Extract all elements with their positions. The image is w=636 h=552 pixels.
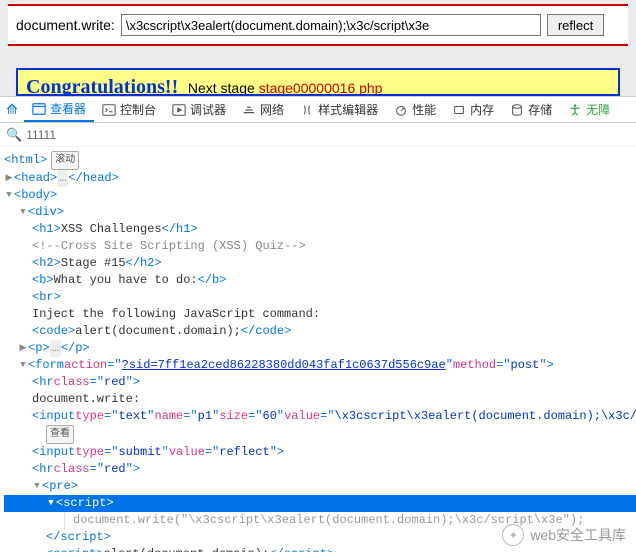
selected-node: ▼<script> [4, 495, 636, 512]
tab-inspector[interactable]: 查看器 [24, 97, 94, 122]
twisty-icon: ▶ [18, 340, 28, 357]
congrats-banner: Congratulations!! Next stage stage000000… [16, 68, 620, 96]
twisty-icon: ▼ [46, 495, 56, 512]
network-icon [242, 103, 256, 117]
devtools-panel: ⟰ 查看器 控制台 调试器 网络 样式编辑器 性能 内存 [0, 96, 636, 552]
tab-storage[interactable]: 存储 [502, 97, 560, 122]
devtools-search-bar[interactable]: 🔍 11111 [0, 123, 636, 147]
form-label: document.write: [16, 17, 115, 33]
next-stage-link[interactable]: stage00000016 php [259, 80, 383, 96]
pill-scroll[interactable]: 滚动 [51, 151, 79, 170]
watermark: ✦ web安全工具库 [502, 524, 626, 546]
element-picker-icon[interactable]: ⟰ [0, 101, 24, 118]
p1-input[interactable] [121, 14, 541, 36]
pill-inspect[interactable]: 查看 [46, 425, 74, 444]
tab-performance[interactable]: 性能 [386, 97, 444, 122]
wechat-icon: ✦ [502, 524, 524, 546]
twisty-icon: ▼ [4, 187, 14, 204]
devtools-tabs: ⟰ 查看器 控制台 调试器 网络 样式编辑器 性能 内存 [0, 97, 636, 123]
tab-console[interactable]: 控制台 [94, 97, 164, 122]
styles-icon [300, 103, 314, 117]
twisty-icon: ▼ [32, 478, 42, 495]
tab-accessibility[interactable]: 无障 [560, 97, 618, 122]
search-query-text: 11111 [26, 128, 56, 142]
debugger-icon [172, 103, 186, 117]
node-div: <div> [28, 204, 64, 221]
twisty-icon: ▼ [18, 357, 28, 374]
form-row: document.write: reflect [8, 6, 628, 44]
node-pre: <pre> [42, 478, 78, 495]
congrats-title: Congratulations!! [26, 76, 178, 96]
twisty-icon: ▶ [4, 170, 14, 187]
search-icon: 🔍 [6, 127, 22, 143]
storage-icon [510, 103, 524, 117]
console-icon [102, 103, 116, 117]
inspector-icon [32, 102, 46, 116]
page-content: document.write: reflect Congratulations!… [0, 0, 636, 96]
dom-tree[interactable]: <html>滚动 ▶<head>…</head> ▼<body> ▼<div> … [0, 147, 636, 552]
performance-icon [394, 103, 408, 117]
tab-network[interactable]: 网络 [234, 97, 292, 122]
reflect-button[interactable]: reflect [547, 14, 604, 36]
a11y-icon [568, 103, 582, 117]
node-html: <html> [4, 152, 47, 169]
tab-memory[interactable]: 内存 [444, 97, 502, 122]
memory-icon [452, 103, 466, 117]
node-body: <body> [14, 187, 57, 204]
tab-styles[interactable]: 样式编辑器 [292, 97, 386, 122]
tab-debugger[interactable]: 调试器 [164, 97, 234, 122]
twisty-icon: ▼ [18, 204, 28, 221]
next-stage-label: Next stage [188, 80, 255, 96]
